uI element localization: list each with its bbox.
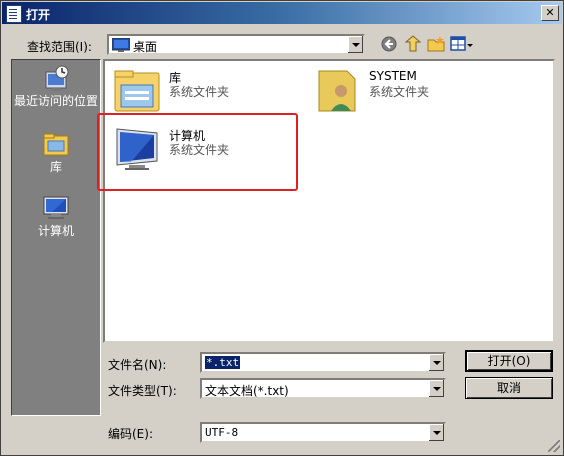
recent-places-icon <box>45 65 69 91</box>
chevron-down-icon[interactable] <box>347 36 363 53</box>
place-recent[interactable]: 最近访问的位置 <box>12 64 100 108</box>
file-list[interactable]: 库 系统文件夹 SYSTEM 系统文件夹 计算机 系统文件夹 <box>103 59 555 343</box>
library-icon <box>43 133 69 156</box>
filename-label: 文件名(N): <box>108 358 167 372</box>
chevron-down-icon[interactable] <box>428 380 444 397</box>
encoding-combo[interactable]: UTF-8 <box>200 422 446 443</box>
notepad-icon <box>6 5 22 23</box>
place-libraries[interactable]: 库 <box>12 128 100 174</box>
filetype-value: 文本文档(*.txt) <box>205 384 289 398</box>
list-item[interactable]: 库 系统文件夹 <box>111 67 291 115</box>
encoding-value: UTF-8 <box>205 426 239 439</box>
resize-grip[interactable] <box>548 440 560 452</box>
new-folder-icon[interactable] <box>426 34 446 54</box>
place-label: 库 <box>49 160 62 174</box>
cancel-button[interactable]: 取消 <box>465 377 553 399</box>
file-desc: 系统文件夹 <box>369 85 430 99</box>
library-folder-icon <box>114 70 160 112</box>
lookin-combo[interactable]: 桌面 <box>107 34 365 55</box>
open-file-dialog: 打开 ✕ 查找范围(I): 桌面 最近访问的位置 库 计算机 库 系统文件夹 S… <box>0 0 564 456</box>
places-bar: 最近访问的位置 库 计算机 <box>11 59 101 416</box>
close-button[interactable]: ✕ <box>541 5 559 21</box>
file-desc: 系统文件夹 <box>169 85 230 99</box>
chevron-down-icon[interactable] <box>428 424 444 441</box>
chevron-down-icon[interactable] <box>428 354 444 371</box>
filetype-combo[interactable]: 文本文档(*.txt) <box>200 378 446 399</box>
up-folder-icon[interactable] <box>403 34 423 54</box>
encoding-label: 编码(E): <box>108 427 153 441</box>
desktop-icon <box>112 38 130 52</box>
title-bar[interactable]: 打开 ✕ <box>2 2 562 24</box>
lookin-label: 查找范围(I): <box>27 40 92 54</box>
highlight-box <box>97 113 298 191</box>
view-menu-icon[interactable] <box>450 34 474 54</box>
computer-icon <box>43 196 69 219</box>
window-title: 打开 <box>26 8 51 22</box>
file-name: SYSTEM <box>369 69 417 83</box>
filetype-label: 文件类型(T): <box>108 384 177 398</box>
list-item[interactable]: SYSTEM 系统文件夹 <box>311 67 511 115</box>
place-label: 计算机 <box>37 224 74 238</box>
user-folder-icon <box>318 70 356 112</box>
lookin-value: 桌面 <box>133 40 158 54</box>
filename-combo[interactable]: *.txt <box>200 352 446 373</box>
place-computer[interactable]: 计算机 <box>12 192 100 238</box>
back-icon[interactable] <box>379 34 399 54</box>
open-button[interactable]: 打开(O) <box>465 350 553 372</box>
place-label: 最近访问的位置 <box>13 94 98 108</box>
filename-input[interactable]: *.txt <box>205 356 241 369</box>
